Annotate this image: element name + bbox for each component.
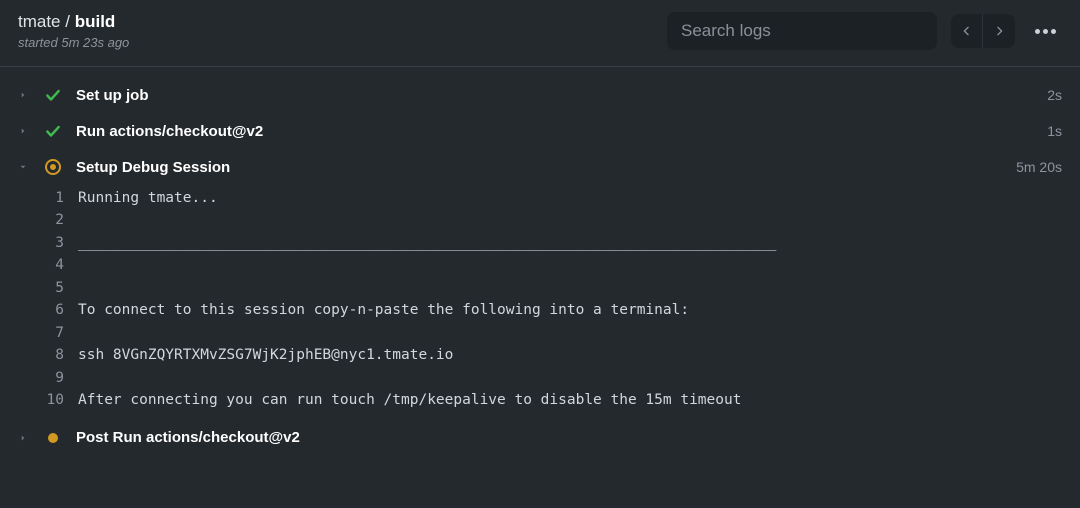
breadcrumb-prefix[interactable]: tmate — [18, 12, 61, 31]
step-row[interactable]: Post Run actions/checkout@v2 — [0, 420, 1080, 456]
log-line: 8 ssh 8VGnZQYRTXMvZSG7WjK2jphEB@nyc1.tmat… — [0, 344, 1080, 366]
line-number: 1 — [42, 187, 64, 209]
log-text[interactable]: ssh 8VGnZQYRTXMvZSG7WjK2jphEB@nyc1.tmate… — [78, 344, 453, 366]
log-output: 1 Running tmate... 2 3 ___________________… — [0, 185, 1080, 420]
log-line: 10 After connecting you can run touch /tm… — [0, 389, 1080, 411]
step-duration: 5m 20s — [1016, 159, 1062, 175]
log-text[interactable]: Running tmate... — [78, 187, 218, 209]
line-number: 2 — [42, 209, 64, 231]
dot-icon — [1051, 29, 1056, 34]
header: tmate / build started 5m 23s ago — [0, 0, 1080, 67]
step-duration: 2s — [1047, 87, 1062, 103]
log-line: 2 — [0, 209, 1080, 231]
prev-button[interactable] — [951, 14, 983, 48]
chevron-right-icon — [18, 433, 30, 443]
more-menu-button[interactable] — [1029, 23, 1062, 40]
step-row[interactable]: Run actions/checkout@v2 1s — [0, 113, 1080, 149]
step-row[interactable]: Set up job 2s — [0, 77, 1080, 113]
line-number: 3 — [42, 232, 64, 254]
line-number: 8 — [42, 344, 64, 366]
step-row[interactable]: Setup Debug Session 5m 20s — [0, 149, 1080, 185]
step-name: Set up job — [76, 87, 1033, 104]
breadcrumb: tmate / build — [18, 12, 129, 32]
log-line: 7 — [0, 322, 1080, 344]
chevron-right-icon — [992, 24, 1006, 38]
running-icon — [44, 158, 62, 176]
next-button[interactable] — [983, 14, 1015, 48]
header-right — [667, 12, 1062, 50]
check-icon — [44, 122, 62, 140]
chevron-left-icon — [960, 24, 974, 38]
log-line: 5 — [0, 277, 1080, 299]
started-time: started 5m 23s ago — [18, 35, 129, 50]
step-name: Post Run actions/checkout@v2 — [76, 429, 1048, 446]
search-input[interactable] — [667, 12, 937, 50]
breadcrumb-sep: / — [61, 12, 75, 31]
chevron-right-icon — [18, 126, 30, 136]
line-number: 4 — [42, 254, 64, 276]
step-duration: 1s — [1047, 123, 1062, 139]
dot-icon — [1043, 29, 1048, 34]
breadcrumb-current[interactable]: build — [75, 12, 116, 31]
chevron-down-icon — [18, 162, 30, 172]
line-number: 5 — [42, 277, 64, 299]
steps-list: Set up job 2s Run actions/checkout@v2 1s… — [0, 67, 1080, 456]
check-icon — [44, 86, 62, 104]
nav-buttons — [951, 14, 1015, 48]
log-line: 1 Running tmate... — [0, 187, 1080, 209]
line-number: 6 — [42, 299, 64, 321]
log-line: 4 — [0, 254, 1080, 276]
step-name: Run actions/checkout@v2 — [76, 123, 1033, 140]
log-text[interactable]: ________________________________________… — [78, 232, 776, 254]
log-line: 3 _______________________________________… — [0, 232, 1080, 254]
log-line: 9 — [0, 367, 1080, 389]
line-number: 10 — [42, 389, 64, 411]
header-left: tmate / build started 5m 23s ago — [18, 12, 129, 50]
line-number: 7 — [42, 322, 64, 344]
log-text[interactable]: After connecting you can run touch /tmp/… — [78, 389, 741, 411]
step-name: Setup Debug Session — [76, 159, 1002, 176]
queued-icon — [44, 429, 62, 447]
log-line: 6 To connect to this session copy-n-paste… — [0, 299, 1080, 321]
dot-icon — [1035, 29, 1040, 34]
log-text[interactable]: To connect to this session copy-n-paste … — [78, 299, 689, 321]
chevron-right-icon — [18, 90, 30, 100]
line-number: 9 — [42, 367, 64, 389]
